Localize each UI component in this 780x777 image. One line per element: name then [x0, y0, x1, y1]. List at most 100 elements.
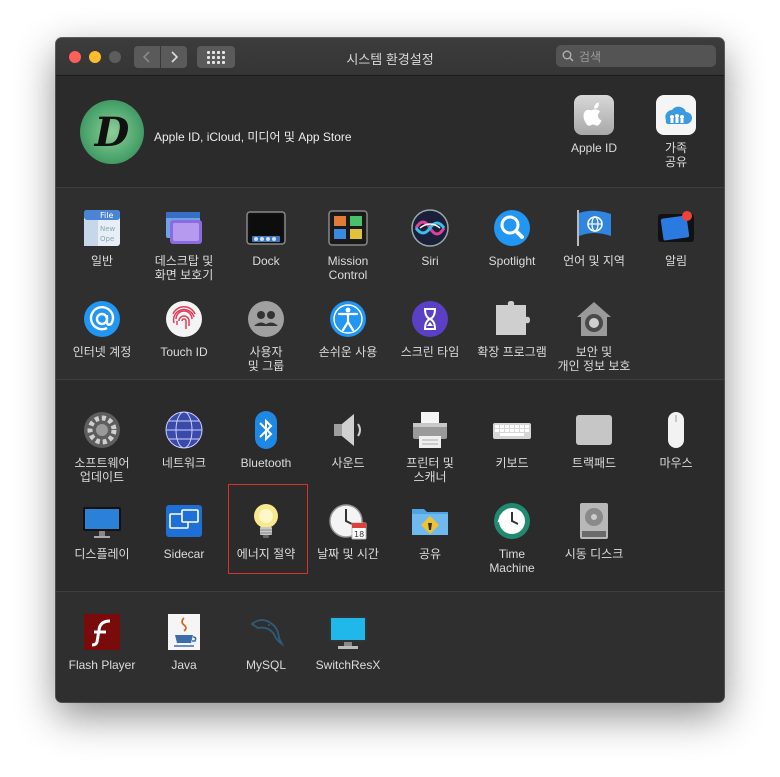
- pref-siri[interactable]: Siri: [389, 208, 471, 268]
- pref-bluetooth-label: Bluetooth: [240, 456, 292, 470]
- pref-displays-label: 디스플레이: [74, 547, 130, 561]
- pref-security-privacy[interactable]: 보안 및 개인 정보 보호: [553, 299, 635, 373]
- speaker-icon: [328, 410, 368, 450]
- java-cup-icon: [164, 612, 204, 652]
- pref-mouse-label: 마우스: [659, 456, 693, 470]
- pref-accessibility-label: 손쉬운 사용: [318, 345, 378, 359]
- flag-globe-icon: [574, 208, 614, 248]
- profile-avatar[interactable]: D: [80, 100, 144, 164]
- pref-desktop-screensaver[interactable]: 데스크탑 및 화면 보호기: [143, 208, 225, 282]
- fingerprint-icon: [164, 299, 204, 339]
- selection-highlight: [228, 484, 308, 574]
- pref-sidecar-label: Sidecar: [163, 547, 205, 561]
- pref-language-label: 언어 및 지역: [563, 254, 625, 268]
- sharing-folder-icon: [410, 501, 450, 541]
- pref-dock[interactable]: Dock: [225, 208, 307, 268]
- hard-drive-icon: [574, 501, 614, 541]
- pref-mysql-label: MySQL: [245, 658, 286, 672]
- search-field[interactable]: 검색: [556, 45, 716, 67]
- pref-java[interactable]: Java: [143, 612, 225, 672]
- globe-icon: [164, 410, 204, 450]
- pref-time-machine-label: Time Machine: [489, 547, 535, 575]
- dolphin-icon: [246, 612, 286, 652]
- pref-desktop-label: 데스크탑 및 화면 보호기: [154, 254, 214, 282]
- spotlight-icon: [492, 208, 532, 248]
- search-placeholder: 검색: [579, 49, 602, 64]
- pref-startup-disk[interactable]: 시동 디스크: [553, 501, 635, 561]
- siri-icon: [410, 208, 450, 248]
- pref-users-groups[interactable]: 사용자 및 그룹: [225, 299, 307, 373]
- pref-spotlight-label: Spotlight: [488, 254, 536, 268]
- svg-text:New: New: [100, 225, 116, 233]
- pref-trackpad-label: 트랙패드: [571, 456, 617, 470]
- pref-bluetooth[interactable]: Bluetooth: [225, 410, 307, 470]
- svg-text:File: File: [100, 211, 113, 220]
- pref-apple-id[interactable]: Apple ID: [553, 95, 635, 155]
- pref-users-groups-label: 사용자 및 그룹: [247, 345, 285, 373]
- pref-spotlight[interactable]: Spotlight: [471, 208, 553, 268]
- pref-keyboard[interactable]: 키보드: [471, 410, 553, 470]
- display-icon: [82, 501, 122, 541]
- title-bar: 시스템 환경설정 검색: [56, 38, 724, 76]
- pref-software-update-label: 소프트웨어 업데이트: [74, 456, 130, 484]
- pref-printers-label: 프린터 및 스캐너: [406, 456, 454, 484]
- family-sharing-label: 가족 공유: [664, 141, 688, 169]
- pref-network[interactable]: 네트워크: [143, 410, 225, 470]
- pref-trackpad[interactable]: 트랙패드: [553, 410, 635, 470]
- pref-general-label: 일반: [90, 254, 114, 268]
- monogram-logo: D: [94, 108, 130, 156]
- pref-screen-time[interactable]: 스크린 타임: [389, 299, 471, 359]
- pref-accessibility[interactable]: 손쉬운 사용: [307, 299, 389, 359]
- clock-calendar-icon: 18: [328, 501, 368, 541]
- pref-mouse[interactable]: 마우스: [635, 410, 717, 470]
- pref-notifications-label: 알림: [664, 254, 688, 268]
- search-icon: [562, 50, 574, 62]
- pref-extensions[interactable]: 확장 프로그램: [471, 299, 553, 359]
- pref-sound[interactable]: 사운드: [307, 410, 389, 470]
- puzzle-icon: [492, 299, 532, 339]
- house-lock-icon: [574, 299, 614, 339]
- svg-text:Ope: Ope: [100, 235, 114, 243]
- trackpad-icon: [574, 410, 614, 450]
- pref-sharing-label: 공유: [418, 547, 442, 561]
- pref-time-machine[interactable]: Time Machine: [471, 501, 553, 575]
- apple-id-profile-label[interactable]: Apple ID, iCloud, 미디어 및 App Store: [154, 128, 352, 145]
- pref-screen-time-label: 스크린 타임: [400, 345, 460, 359]
- apple-id-label: Apple ID: [570, 141, 618, 155]
- mission-control-icon: [328, 208, 368, 248]
- sidecar-icon: [164, 501, 204, 541]
- pref-switchresx[interactable]: SwitchResX: [307, 612, 389, 672]
- pref-sidecar[interactable]: Sidecar: [143, 501, 225, 561]
- pref-flash-player[interactable]: Flash Player: [61, 612, 143, 672]
- at-sign-icon: [82, 299, 122, 339]
- gear-icon: [82, 410, 122, 450]
- pref-displays[interactable]: 디스플레이: [61, 501, 143, 561]
- pref-internet-accounts[interactable]: 인터넷 계정: [61, 299, 143, 359]
- pref-flash-player-label: Flash Player: [68, 658, 136, 672]
- mouse-icon: [656, 410, 696, 450]
- pref-siri-label: Siri: [421, 254, 439, 268]
- pref-touch-id[interactable]: Touch ID: [143, 299, 225, 359]
- pref-family-sharing[interactable]: 가족 공유: [635, 95, 717, 169]
- pref-switchresx-label: SwitchResX: [315, 658, 381, 672]
- pref-extensions-label: 확장 프로그램: [477, 345, 547, 359]
- monitor-icon: [328, 612, 368, 652]
- flash-icon: [82, 612, 122, 652]
- printer-icon: [410, 410, 450, 450]
- pref-date-time[interactable]: 18 날짜 및 시간: [307, 501, 389, 561]
- pref-software-update[interactable]: 소프트웨어 업데이트: [61, 410, 143, 484]
- pref-notifications[interactable]: 알림: [635, 208, 717, 268]
- pref-language-region[interactable]: 언어 및 지역: [553, 208, 635, 268]
- pref-general[interactable]: File New Ope 일반: [61, 208, 143, 268]
- time-machine-icon: [492, 501, 532, 541]
- pref-mysql[interactable]: MySQL: [225, 612, 307, 672]
- pref-sharing[interactable]: 공유: [389, 501, 471, 561]
- svg-text:18: 18: [354, 530, 364, 539]
- pref-dock-label: Dock: [252, 254, 280, 268]
- pref-printers[interactable]: 프린터 및 스캐너: [389, 410, 471, 484]
- family-sharing-icon: [656, 95, 696, 135]
- pref-mission-control[interactable]: Mission Control: [307, 208, 389, 282]
- pref-date-time-label: 날짜 및 시간: [317, 547, 379, 561]
- pref-security-label: 보안 및 개인 정보 보호: [557, 345, 631, 373]
- system-preferences-window: 시스템 환경설정 검색 D Apple ID, iCloud, 미디어 및 Ap…: [56, 38, 724, 702]
